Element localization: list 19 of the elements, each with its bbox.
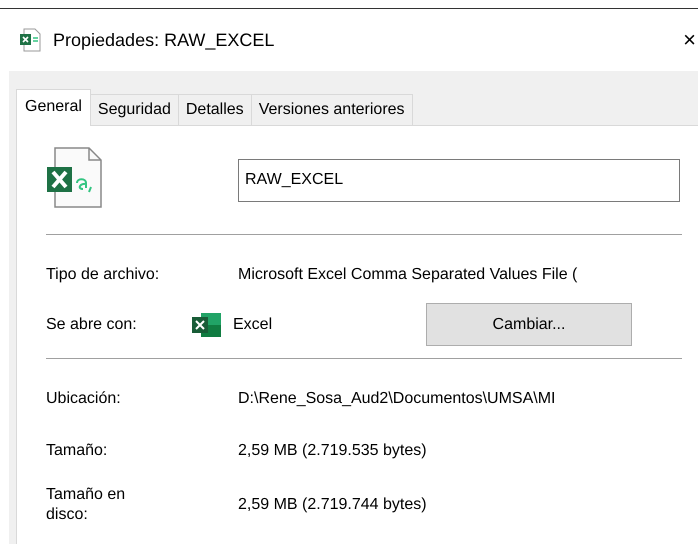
close-button[interactable]: × bbox=[683, 27, 698, 53]
detail-label: Ubicación: bbox=[46, 390, 122, 408]
excel-app-icon bbox=[191, 310, 223, 338]
file-name-field[interactable]: RAW_EXCEL bbox=[238, 158, 680, 202]
detail-value: 2,59 MB (2.719.535 bytes) bbox=[238, 442, 427, 460]
excel-csv-file-icon bbox=[46, 146, 104, 208]
detail-value: D:\Rene_Sosa_Aud2\Documentos\UMSA\MI bbox=[238, 390, 556, 408]
detail-label: Tamaño en disco: bbox=[46, 485, 126, 525]
excel-file-icon bbox=[19, 28, 41, 52]
file-type-label: Tipo de archivo: bbox=[46, 266, 160, 284]
tab[interactable]: General bbox=[16, 89, 91, 126]
tab[interactable]: Versiones anteriores bbox=[250, 94, 413, 125]
opens-with-label: Se abre con: bbox=[46, 316, 138, 334]
change-button[interactable]: Cambiar... bbox=[426, 303, 632, 346]
window-title: Propiedades: RAW_EXCEL bbox=[53, 30, 276, 50]
detail-value: 2,59 MB (2.719.744 bytes) bbox=[238, 496, 427, 514]
app-name: Excel bbox=[233, 316, 272, 334]
file-type-value: Microsoft Excel Comma Separated Values File ( bbox=[238, 266, 578, 284]
detail-label: Tamaño: bbox=[46, 442, 108, 460]
